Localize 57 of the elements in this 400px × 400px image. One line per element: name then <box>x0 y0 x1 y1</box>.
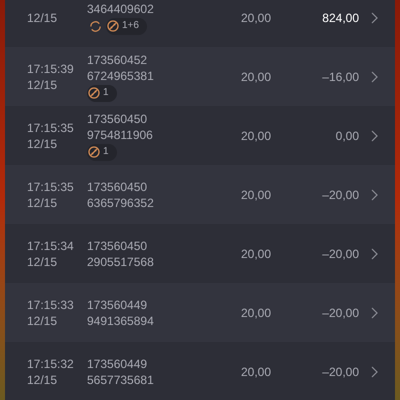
date-text: 12/15 <box>27 76 58 92</box>
win-amount: –20,00 <box>321 304 359 322</box>
round-id-text: 173560450 <box>87 110 148 126</box>
ball-icon <box>107 20 119 32</box>
round-id-text: 173560450 <box>87 238 148 254</box>
round-id-text: 173560452 <box>87 52 148 68</box>
bet-amount: 20,00 <box>240 186 271 204</box>
win-amount: –20,00 <box>321 364 359 380</box>
date-text: 12/15 <box>27 10 58 26</box>
date-text: 12/15 <box>27 254 58 270</box>
win-amount: –16,00 <box>321 68 359 86</box>
bet-amount: 20,00 <box>240 10 271 26</box>
win-amount: 824,00 <box>321 10 359 26</box>
bet-amount: 20,00 <box>240 304 271 322</box>
ball-icon <box>88 146 100 158</box>
time-text: 17:15:33 <box>27 296 75 312</box>
free-ball-badge: 1+6 <box>106 18 147 34</box>
chevron-right-icon <box>371 70 378 82</box>
time-text: 17:15:34 <box>27 238 75 254</box>
chevron-right-icon <box>371 188 378 200</box>
round-id-text: 6365796352 <box>87 194 155 210</box>
chevron-right-icon <box>371 366 378 378</box>
chevron-right-icon <box>371 130 378 142</box>
bet-amount: 20,00 <box>240 364 271 380</box>
round-id-text: 173560449 <box>87 296 148 312</box>
free-ball-badge: 1 <box>87 84 117 102</box>
round-id-text: 173560449 <box>87 356 148 372</box>
bet-amount: 20,00 <box>240 128 271 144</box>
round-id-text: 5657735681 <box>87 372 155 388</box>
win-amount: –20,00 <box>321 246 359 262</box>
history-row[interactable]: 17:15:33 12/15 173560449 9491365894 20,00 –20,00 <box>5 283 395 342</box>
bet-amount: 20,00 <box>240 246 271 262</box>
chevron-right-icon <box>371 306 378 318</box>
refresh-icon <box>89 20 102 32</box>
round-id-text: 2905517568 <box>87 254 155 270</box>
bet-amount: 20,00 <box>240 68 271 86</box>
history-row[interactable]: 17:15:39 12/15 173560452 6724965381 1 20,00 –16,00 <box>5 47 395 106</box>
time-text: 17:15:39 <box>27 60 75 76</box>
ball-icon <box>88 87 100 99</box>
round-id-text: 9754811906 <box>87 126 154 142</box>
chevron-right-icon <box>371 12 378 24</box>
time-text: 17:15:32 <box>27 356 75 372</box>
round-id-text: 173560450 <box>87 178 148 194</box>
date-text: 12/15 <box>27 372 58 388</box>
chevron-right-icon <box>371 248 378 260</box>
win-amount: –20,00 <box>321 186 359 204</box>
round-id-text: 6724965381 <box>87 68 155 84</box>
date-text: 12/15 <box>27 136 58 152</box>
free-ball-badge: 1 <box>87 144 117 160</box>
date-text: 12/15 <box>27 194 58 210</box>
time-text: 17:15:35 <box>27 178 75 194</box>
win-amount: 0,00 <box>334 128 359 144</box>
history-row[interactable]: 17:15:35 12/15 173560450 6365796352 20,00 –20,00 <box>5 165 395 224</box>
round-id-text: 3464409602 <box>87 0 155 16</box>
time-text: 17:15:35 <box>27 120 75 136</box>
round-id-text: 9491365894 <box>87 312 155 328</box>
date-text: 12/15 <box>27 312 58 328</box>
